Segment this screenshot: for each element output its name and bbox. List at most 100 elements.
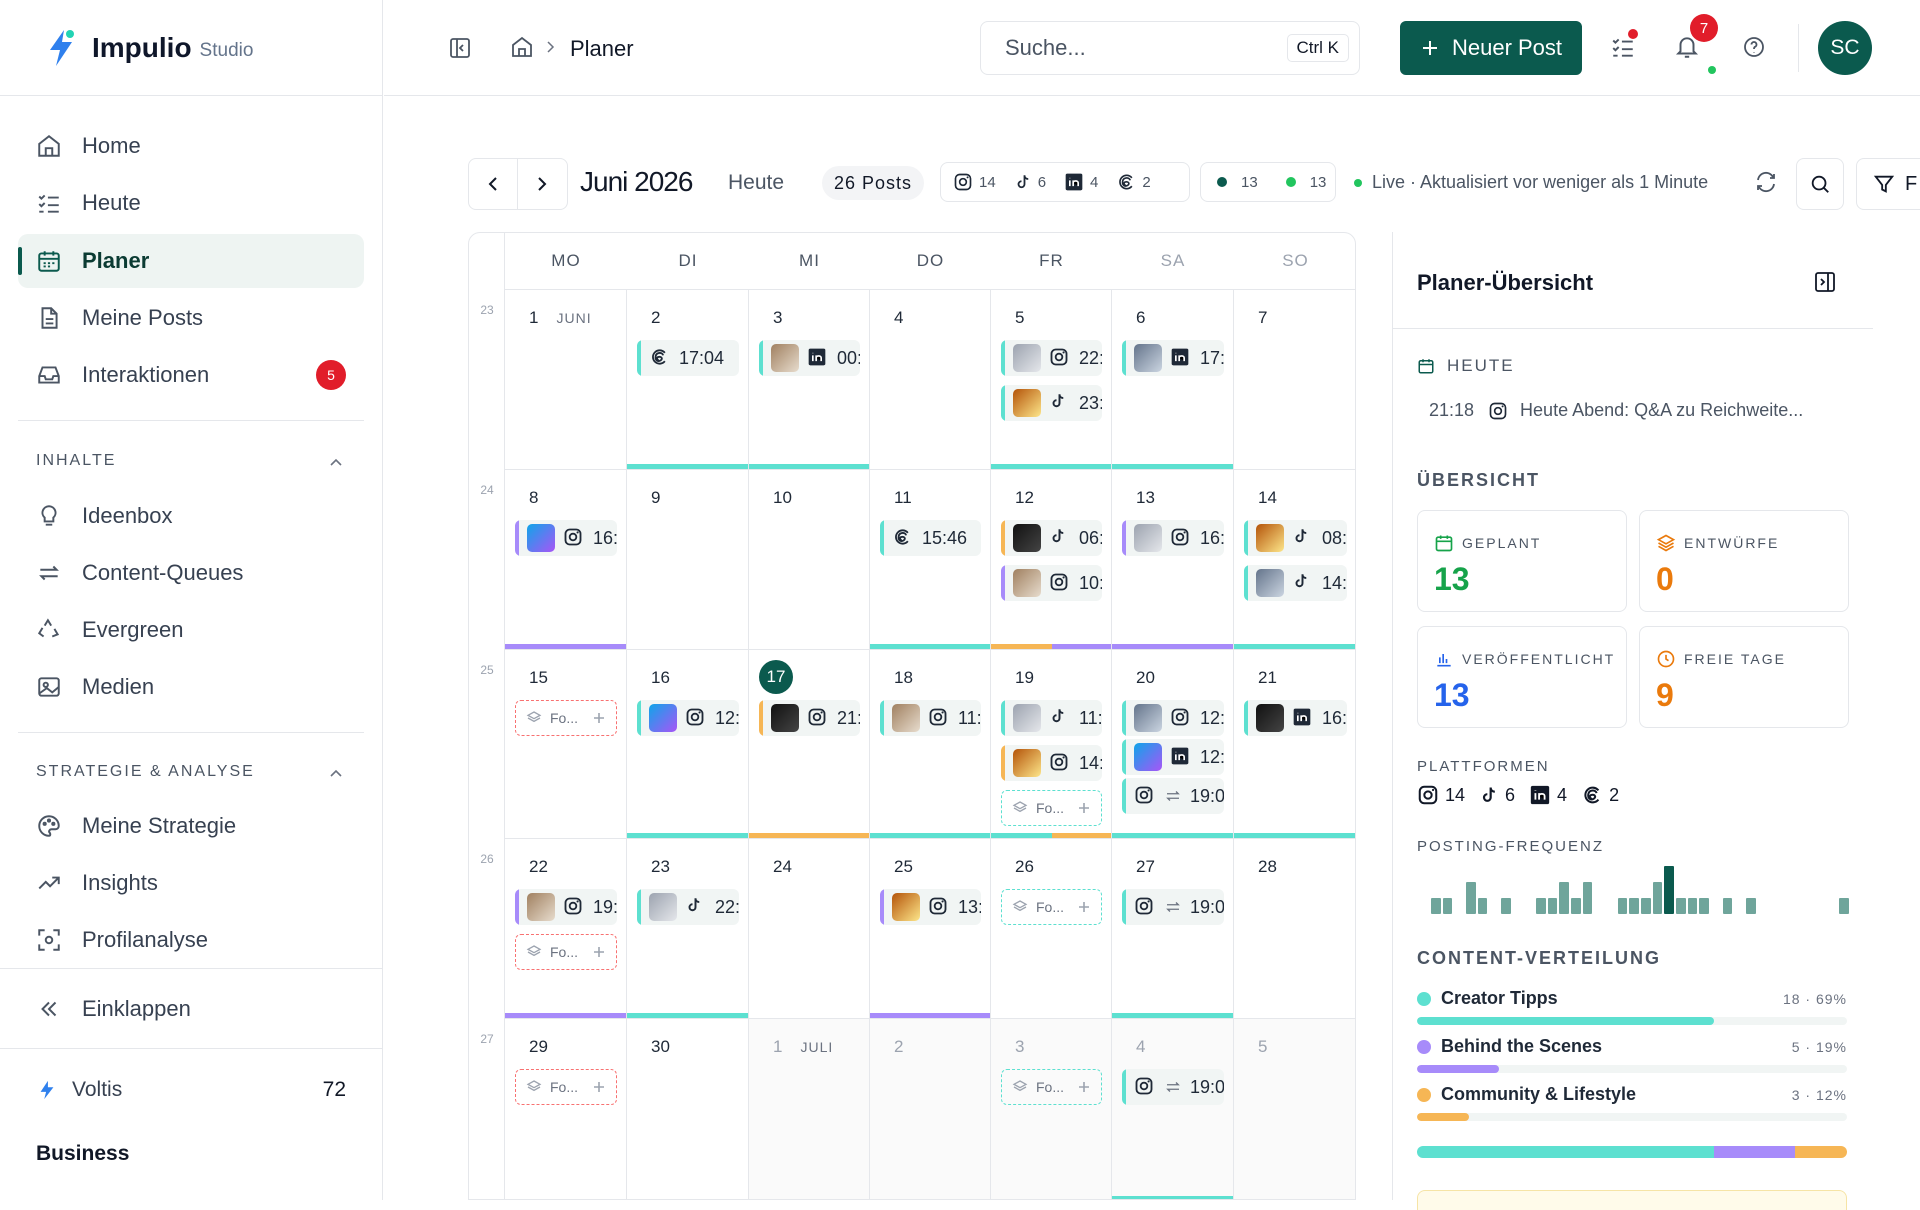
chevron-left-icon[interactable] [485, 175, 503, 193]
sidebar-item-today[interactable]: Heute [18, 176, 364, 230]
search-button[interactable] [1796, 158, 1844, 210]
post-chip[interactable]: 19:00 [1122, 1069, 1224, 1105]
chevron-up-icon[interactable] [328, 766, 344, 782]
calendar-day-cell[interactable]: 6 17:30 [1112, 289, 1234, 469]
post-chip[interactable]: 16:45 [515, 520, 617, 556]
chevron-up-icon[interactable] [328, 455, 344, 471]
post-chip[interactable]: 12:00 [1122, 700, 1224, 736]
post-chip[interactable]: 17:04 [637, 340, 739, 376]
new-post-button[interactable]: Neuer Post [1400, 21, 1582, 75]
post-chip[interactable]: 14:00 [1244, 565, 1347, 601]
panel-collapse-icon[interactable] [1813, 270, 1837, 294]
post-chip[interactable]: 22:10 [1001, 340, 1102, 376]
post-chip[interactable]: 12:00 [637, 700, 739, 736]
calendar-day-cell[interactable]: 5 [1234, 1018, 1355, 1199]
post-chip[interactable]: 22:00 [637, 889, 739, 925]
post-chip[interactable]: 19:00 [1122, 778, 1224, 814]
sidebar-item-posts[interactable]: Meine Posts [18, 291, 364, 345]
calendar-day-cell[interactable]: 28 [1234, 838, 1355, 1018]
post-chip[interactable]: 10:15 [1001, 565, 1102, 601]
stat-planned[interactable]: GEPLANT 13 [1417, 510, 1627, 612]
sidebar-item-interactions[interactable]: Interaktionen 5 [18, 348, 364, 402]
post-chip[interactable]: 13:00 [880, 889, 981, 925]
notifications-button[interactable]: 7 [1674, 14, 1718, 74]
avatar[interactable]: SC [1818, 21, 1872, 75]
sidebar-item-profile[interactable]: Profilanalyse [18, 913, 364, 967]
free-slot-placeholder[interactable]: Fo... [515, 700, 617, 736]
calendar-day-cell[interactable]: 15 Fo... [505, 649, 627, 838]
calendar-day-cell[interactable]: 1 JUNI [505, 289, 627, 469]
calendar-day-cell[interactable]: 11 15:46 [870, 469, 991, 649]
calendar-day-cell[interactable]: 30 [627, 1018, 749, 1199]
calendar-day-cell[interactable]: 4 [870, 289, 991, 469]
calendar-day-cell[interactable]: 27 19:00 [1112, 838, 1234, 1018]
sidebar-item-evergreen[interactable]: Evergreen [18, 603, 364, 657]
today-button[interactable]: Heute [728, 171, 784, 195]
stat-published[interactable]: VERÖFFENTLICHT 13 [1417, 626, 1627, 728]
free-slot-placeholder[interactable]: Fo... [515, 934, 617, 970]
calendar-day-cell[interactable]: 17 21:18 [749, 649, 870, 838]
post-chip[interactable]: 19:00 [1122, 889, 1224, 925]
calendar-day-cell[interactable]: 3 00:23 [749, 289, 870, 469]
section-strategy-header[interactable]: STRATEGIE & ANALYSE [36, 763, 255, 781]
free-slot-placeholder[interactable]: Fo... [1001, 889, 1102, 925]
post-chip[interactable]: 23:45 [1001, 385, 1102, 421]
calendar-day-cell[interactable]: 8 16:45 [505, 469, 627, 649]
sidebar-toggle-icon[interactable] [448, 36, 472, 60]
home-icon[interactable] [510, 35, 534, 59]
brand[interactable]: Impulio Studio [0, 0, 382, 96]
sidebar-item-insights[interactable]: Insights [18, 856, 364, 910]
sidebar-item-strategy[interactable]: Meine Strategie [18, 799, 364, 853]
calendar-day-cell[interactable]: 7 [1234, 289, 1355, 469]
calendar-day-cell[interactable]: 18 11:00 [870, 649, 991, 838]
calendar-day-cell[interactable]: 25 13:00 [870, 838, 991, 1018]
search-input[interactable]: Suche... Ctrl K [980, 21, 1360, 75]
credits-row[interactable]: Voltis 72 [36, 1078, 346, 1102]
post-chip[interactable]: 11:30 [1001, 700, 1102, 736]
sidebar-item-queues[interactable]: Content-Queues [18, 546, 364, 600]
distribution-item[interactable]: Community & Lifestyle 3 · 12% [1417, 1084, 1847, 1121]
post-chip[interactable]: 14:15 [1001, 745, 1102, 781]
help-icon[interactable] [1742, 35, 1766, 59]
post-chip[interactable]: 16:00 [1244, 700, 1347, 736]
sidebar-item-home[interactable]: Home [18, 119, 364, 173]
sidebar-item-planer[interactable]: Planer [18, 234, 364, 288]
free-slot-placeholder[interactable]: Fo... [1001, 1069, 1102, 1105]
post-chip[interactable]: 12:00 [1122, 739, 1224, 775]
calendar-day-cell[interactable]: 29 Fo... [505, 1018, 627, 1199]
calendar-day-cell[interactable]: 23 22:00 [627, 838, 749, 1018]
distribution-item[interactable]: Behind the Scenes 5 · 19% [1417, 1036, 1847, 1073]
calendar-day-cell[interactable]: 10 [749, 469, 870, 649]
calendar-day-cell[interactable]: 5 22:10 23:45 [991, 289, 1112, 469]
calendar-day-cell[interactable]: 16 12:00 [627, 649, 749, 838]
post-chip[interactable]: 17:30 [1122, 340, 1224, 376]
calendar-day-cell[interactable]: 22 19:00 Fo... [505, 838, 627, 1018]
sidebar-item-ideas[interactable]: Ideenbox [18, 489, 364, 543]
calendar-day-cell[interactable]: 26 Fo... [991, 838, 1112, 1018]
refresh-icon[interactable] [1754, 170, 1778, 194]
stat-free-days[interactable]: FREIE TAGE 9 [1639, 626, 1849, 728]
calendar-day-cell[interactable]: 14 08:00 14:00 [1234, 469, 1355, 649]
free-slot-placeholder[interactable]: Fo... [515, 1069, 617, 1105]
post-chip[interactable]: 15:46 [880, 520, 981, 556]
calendar-day-cell[interactable]: 9 [627, 469, 749, 649]
calendar-day-cell[interactable]: 24 [749, 838, 870, 1018]
calendar-day-cell[interactable]: 21 16:00 [1234, 649, 1355, 838]
post-chip[interactable]: 16:20 [1122, 520, 1224, 556]
calendar-day-cell[interactable]: 4 19:00 [1112, 1018, 1234, 1199]
filter-button[interactable]: F [1856, 158, 1920, 210]
distribution-item[interactable]: Creator Tipps 18 · 69% [1417, 988, 1847, 1025]
chevron-right-icon[interactable] [532, 175, 550, 193]
calendar-day-cell[interactable]: 12 06:30 10:15 [991, 469, 1112, 649]
post-chip[interactable]: 00:23 [759, 340, 860, 376]
stat-drafts[interactable]: ENTWÜRFE 0 [1639, 510, 1849, 612]
free-slot-placeholder[interactable]: Fo... [1001, 790, 1102, 826]
post-chip[interactable]: 11:00 [880, 700, 981, 736]
post-chip[interactable]: 19:00 [515, 889, 617, 925]
calendar-day-cell[interactable]: 20 12:00 12:00 19:00 [1112, 649, 1234, 838]
calendar-day-cell[interactable]: 1 JULI [749, 1018, 870, 1199]
calendar-day-cell[interactable]: 2 [870, 1018, 991, 1199]
section-content-header[interactable]: INHALTE [36, 452, 116, 470]
post-chip[interactable]: 08:00 [1244, 520, 1347, 556]
tasks-button[interactable] [1610, 29, 1638, 60]
